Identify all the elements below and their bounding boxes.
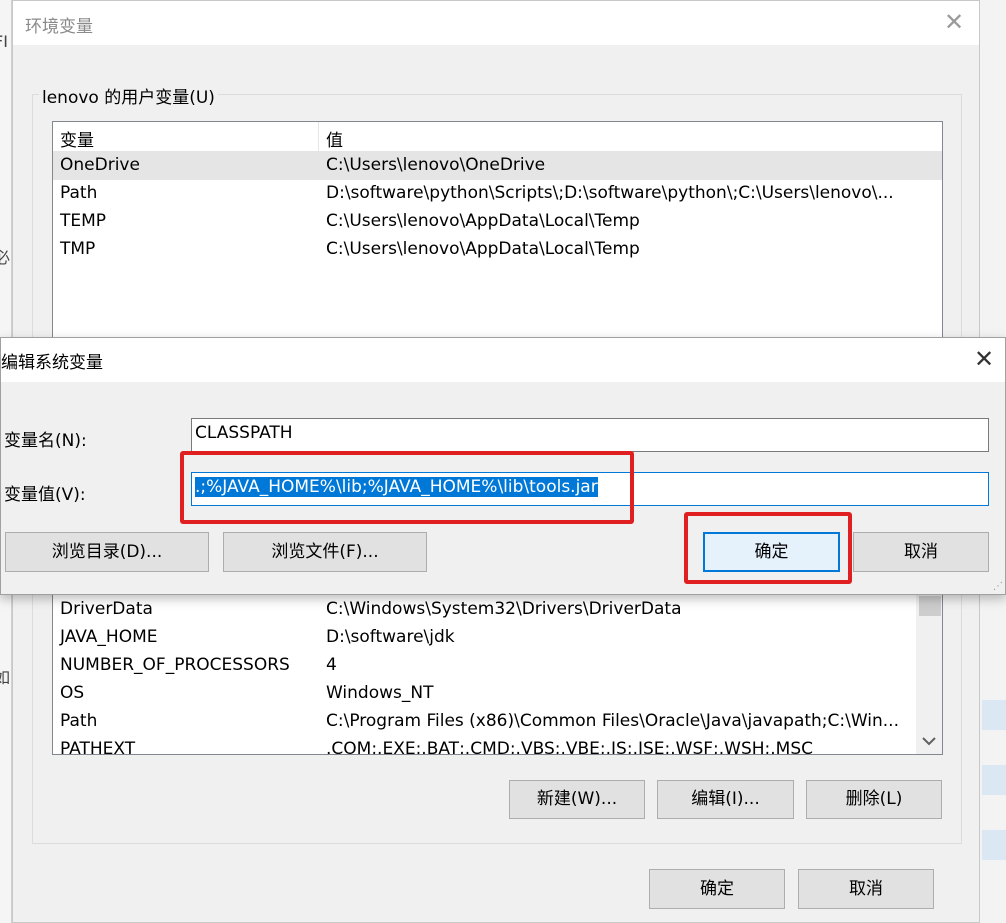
list-header: 变量 值 — [53, 122, 942, 152]
env-titlebar: 环境变量 ✕ — [13, 1, 979, 45]
list-item[interactable]: DriverData C:\Windows\System32\Drivers\D… — [53, 596, 915, 624]
list-item[interactable]: OS Windows_NT — [53, 680, 915, 708]
var-name: JAVA_HOME — [60, 627, 158, 647]
list-item[interactable]: TEMP C:\Users\lenovo\AppData\Local\Temp — [53, 208, 942, 236]
var-value: .COM;.EXE;.BAT;.CMD;.VBS;.VBE;.JS;.JSE;.… — [326, 739, 814, 755]
var-name: NUMBER_OF_PROCESSORS — [60, 655, 290, 675]
var-value: D:\software\jdk — [326, 627, 455, 647]
system-vars-list[interactable]: DriverData C:\Windows\System32\Drivers\D… — [52, 581, 943, 755]
close-icon[interactable]: ✕ — [939, 7, 969, 37]
list-item[interactable]: JAVA_HOME D:\software\jdk — [53, 624, 915, 652]
scrollbar-thumb[interactable] — [919, 596, 941, 616]
list-item[interactable]: PATHEXT .COM;.EXE;.BAT;.CMD;.VBS;.VBE;.J… — [53, 736, 915, 755]
var-name: DriverData — [60, 599, 153, 619]
browse-directory-button[interactable]: 浏览目录(D)... — [5, 532, 209, 572]
edit-dialog-titlebar: 编辑系统变量 ✕ — [1, 338, 1005, 382]
list-item[interactable]: Path D:\software\python\Scripts\;D:\soft… — [53, 180, 942, 208]
background-text-fragment: FI — [0, 32, 8, 51]
var-value: C:\Program Files (x86)\Common Files\Orac… — [326, 711, 899, 731]
selected-text: .;%JAVA_HOME%\lib;%JAVA_HOME%\lib\tools.… — [195, 477, 598, 497]
var-name: Path — [60, 183, 98, 203]
var-name: PATHEXT — [60, 739, 136, 755]
list-item[interactable]: TMP C:\Users\lenovo\AppData\Local\Temp — [53, 236, 942, 264]
delete-variable-button[interactable]: 删除(L) — [806, 780, 942, 819]
system-vars-rows: DriverData C:\Windows\System32\Drivers\D… — [53, 596, 915, 755]
variable-value-field[interactable]: .;%JAVA_HOME%\lib;%JAVA_HOME%\lib\tools.… — [191, 472, 989, 506]
resize-grip-icon[interactable]: ⋰ — [993, 581, 1003, 592]
new-variable-button[interactable]: 新建(W)... — [509, 780, 645, 819]
var-name: OneDrive — [60, 155, 140, 175]
variable-name-label: 变量名(N): — [4, 431, 87, 451]
variable-name-field[interactable]: CLASSPATH — [191, 418, 989, 452]
var-value: C:\Windows\System32\Drivers\DriverData — [326, 599, 682, 619]
user-vars-list[interactable]: 变量 值 OneDrive C:\Users\lenovo\OneDrive P… — [52, 121, 943, 349]
var-name: Path — [60, 711, 98, 731]
close-icon[interactable]: ✕ — [969, 344, 999, 374]
env-ok-button[interactable]: 确定 — [649, 869, 785, 909]
user-vars-group-label: lenovo 的用户变量(U) — [39, 83, 218, 108]
dialog-ok-button[interactable]: 确定 — [703, 532, 840, 572]
background-block — [982, 830, 1006, 860]
var-value: D:\software\python\Scripts\;D:\software\… — [326, 183, 894, 203]
background-block — [982, 700, 1006, 730]
var-name: OS — [60, 683, 85, 703]
edit-system-variable-dialog: 编辑系统变量 ✕ 变量名(N): CLASSPATH 变量值(V): .;%JA… — [0, 337, 1006, 595]
var-value: C:\Users\lenovo\AppData\Local\Temp — [326, 239, 640, 259]
edit-variable-button[interactable]: 编辑(I)... — [657, 780, 794, 819]
edit-dialog-title: 编辑系统变量 — [1, 353, 103, 373]
var-value: C:\Users\lenovo\OneDrive — [326, 155, 546, 175]
dialog-cancel-button[interactable]: 取消 — [853, 532, 989, 572]
var-name: TMP — [60, 239, 96, 259]
chevron-down-icon[interactable] — [922, 734, 936, 750]
var-value: C:\Users\lenovo\AppData\Local\Temp — [326, 211, 640, 231]
background-text-fragment: 必 — [0, 248, 11, 267]
background-block — [982, 765, 1006, 795]
column-separator[interactable] — [318, 122, 319, 152]
vertical-scrollbar[interactable] — [916, 582, 942, 754]
list-item[interactable]: NUMBER_OF_PROCESSORS 4 — [53, 652, 915, 680]
var-name: TEMP — [60, 211, 107, 231]
browse-file-button[interactable]: 浏览文件(F)... — [223, 532, 427, 572]
var-value: 4 — [326, 655, 337, 675]
list-item[interactable]: Path C:\Program Files (x86)\Common Files… — [53, 708, 915, 736]
list-item[interactable]: OneDrive C:\Users\lenovo\OneDrive — [53, 152, 942, 180]
var-value: Windows_NT — [326, 683, 434, 703]
env-cancel-button[interactable]: 取消 — [798, 869, 934, 909]
background-text-fragment: 如 — [0, 668, 11, 687]
column-header-variable[interactable]: 变量 — [60, 126, 94, 151]
env-window-title: 环境变量 — [25, 17, 93, 37]
column-header-value[interactable]: 值 — [326, 126, 343, 151]
variable-value-label: 变量值(V): — [4, 485, 86, 505]
